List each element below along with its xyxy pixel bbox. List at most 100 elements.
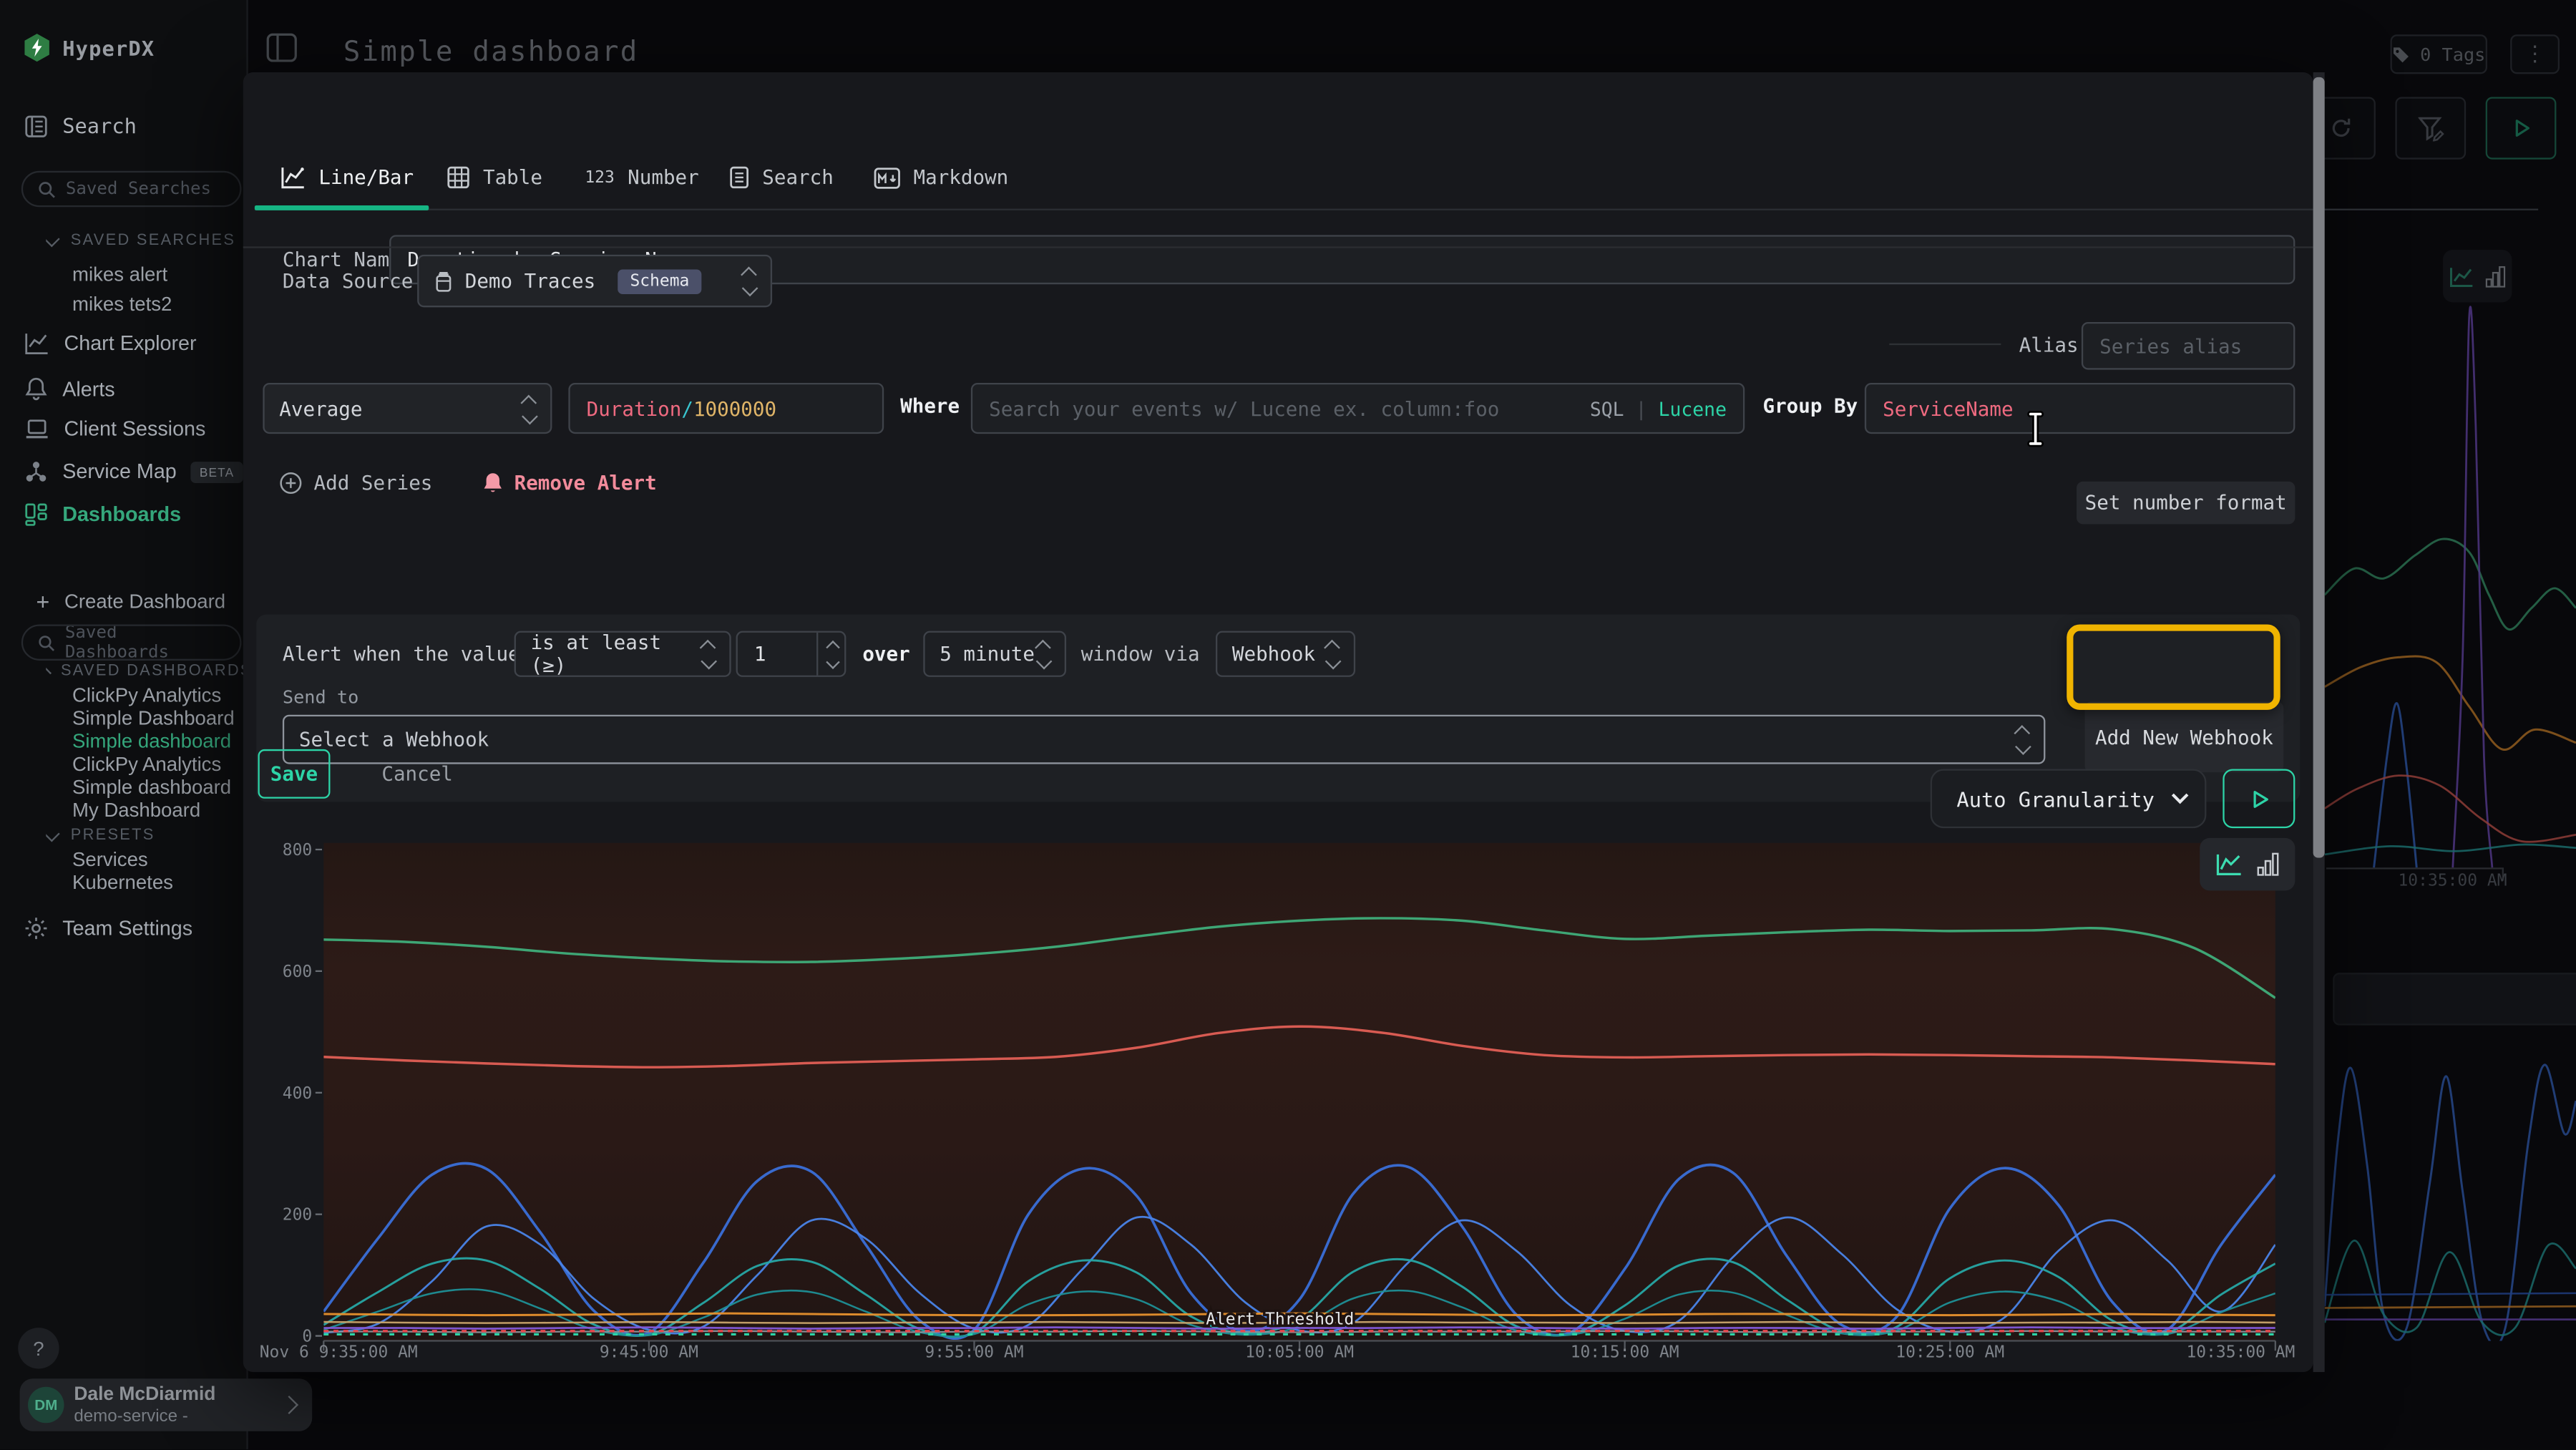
tab-markdown[interactable]: Markdown	[874, 166, 1008, 189]
svg-text:10:05:00 AM: 10:05:00 AM	[1245, 1343, 1354, 1361]
sidebar: HyperDX Search Saved Searches SAVED SEAR…	[0, 0, 248, 1449]
group-by-label: Group By	[1763, 394, 1858, 417]
play-icon	[2511, 118, 2531, 138]
play-icon	[2248, 788, 2270, 809]
chart-type-toggle[interactable]	[2200, 838, 2295, 890]
saved-searches-input[interactable]: Saved Searches	[21, 171, 242, 208]
saved-dashboards-input[interactable]: Saved Dashboards	[21, 624, 242, 661]
aggregation-select[interactable]: Average	[263, 383, 552, 434]
chevron-updown-icon	[2017, 726, 2029, 753]
saved-search-item[interactable]: mikes alert	[72, 263, 167, 286]
saved-dashboards-header[interactable]: SAVED DASHBOARDS	[46, 662, 243, 680]
search-docs-icon	[24, 115, 47, 137]
sidebar-item-client-sessions[interactable]: Client Sessions	[24, 417, 205, 440]
search-icon	[38, 180, 56, 198]
saved-search-item[interactable]: mikes tets2	[72, 293, 172, 316]
plus-circle-icon	[279, 472, 302, 495]
preset-item[interactable]: Kubernetes	[72, 871, 173, 894]
saved-searches-placeholder: Saved Searches	[66, 179, 211, 199]
beta-badge: BETA	[191, 461, 242, 482]
webhook-select[interactable]: Select a Webhook	[283, 715, 2046, 764]
saved-dashboard-item[interactable]: Simple Dashboard	[72, 706, 235, 729]
avatar: DM	[28, 1387, 64, 1424]
chevron-right-icon	[280, 1396, 298, 1414]
run-query-button-bg[interactable]	[2486, 97, 2557, 159]
sidebar-item-service-map[interactable]: Service Map BETA	[24, 460, 242, 483]
tab-table[interactable]: Table	[447, 166, 542, 189]
presets-header[interactable]: PRESETS	[46, 827, 155, 845]
group-by-input[interactable]: ServiceName	[1865, 383, 2296, 434]
saved-dashboard-item[interactable]: My Dashboard	[72, 799, 200, 822]
where-label: Where	[900, 394, 960, 417]
saved-searches-header[interactable]: SAVED SEARCHES	[46, 232, 235, 250]
chevron-down-icon	[46, 664, 52, 673]
search-icon	[38, 633, 55, 651]
tabs-divider	[255, 209, 2538, 210]
number-stepper[interactable]	[816, 633, 838, 676]
svg-text:9:55:00 AM: 9:55:00 AM	[924, 1343, 1023, 1361]
expression-input[interactable]: Duration/1000000	[568, 383, 884, 434]
preset-item[interactable]: Services	[72, 848, 148, 871]
alias-divider	[1889, 344, 2001, 345]
user-name: Dale McDiarmid	[74, 1384, 215, 1406]
sidebar-item-chart-explorer[interactable]: Chart Explorer	[24, 332, 196, 355]
logo-text: HyperDX	[62, 35, 155, 59]
where-input[interactable]: Search your events w/ Lucene ex. column:…	[971, 383, 1745, 434]
sidebar-item-team-settings[interactable]: Team Settings	[24, 917, 192, 940]
modal-scrollbar[interactable]	[2313, 72, 2325, 1372]
svg-text:600: 600	[283, 963, 312, 981]
remove-alert-button[interactable]: Remove Alert	[483, 472, 657, 495]
document-icon	[729, 166, 749, 189]
markdown-icon	[874, 167, 900, 188]
sidebar-item-alerts[interactable]: Alerts	[24, 376, 114, 401]
add-new-webhook-button[interactable]: Add New Webhook	[2084, 701, 2283, 772]
chevron-down-icon	[2170, 792, 2190, 805]
query-language-toggle[interactable]: SQL|Lucene	[1590, 396, 1727, 419]
alias-input[interactable]: Series alias	[2082, 322, 2295, 370]
run-chart-button[interactable]	[2223, 769, 2295, 828]
dashboards-icon	[24, 503, 47, 526]
window-via-label: window via	[1081, 643, 1200, 666]
chevron-updown-icon	[1327, 641, 1339, 667]
database-icon	[434, 271, 454, 292]
saved-dashboard-item[interactable]: Simple dashboard	[72, 776, 231, 799]
help-button[interactable]: ?	[18, 1328, 59, 1368]
set-number-format-button[interactable]: Set number format	[2077, 482, 2295, 525]
svg-text:9:45:00 AM: 9:45:00 AM	[600, 1343, 698, 1361]
sidebar-item-search[interactable]: Search	[24, 113, 136, 137]
cancel-button[interactable]: Cancel	[368, 749, 467, 799]
number-123-icon: 123	[585, 168, 614, 186]
alert-threshold-input[interactable]: 1	[736, 631, 847, 677]
svg-text:Nov 6 9:35:00 AM: Nov 6 9:35:00 AM	[260, 1343, 418, 1361]
sidebar-item-dashboards[interactable]: Dashboards	[24, 503, 181, 526]
tab-search[interactable]: Search	[729, 166, 833, 189]
bg-chart-axis	[2326, 867, 2502, 869]
add-series-button[interactable]: Add Series	[279, 472, 432, 495]
data-source-select[interactable]: Demo Traces Schema	[417, 255, 772, 307]
chevron-updown-icon	[703, 641, 715, 667]
bg-chart-upper	[2325, 165, 2576, 957]
bg-chart-time-label: 10:35:00 AM	[2379, 872, 2507, 890]
save-button[interactable]: Save	[258, 749, 330, 799]
saved-dashboard-item-active[interactable]: Simple dashboard	[72, 729, 231, 752]
chart-explorer-icon	[24, 332, 49, 355]
granularity-select[interactable]: Auto Granularity	[1931, 769, 2207, 828]
user-menu[interactable]: DM Dale McDiarmid demo-service -	[20, 1378, 313, 1431]
alert-channel-select[interactable]: Webhook	[1216, 631, 1355, 677]
user-subtitle: demo-service -	[74, 1406, 215, 1426]
data-source-label: Data Source	[283, 270, 413, 293]
create-dashboard-button[interactable]: + Create Dashboard	[36, 588, 226, 615]
alert-bell-icon	[483, 472, 503, 495]
tab-line-bar[interactable]: Line/Bar	[281, 166, 414, 189]
alert-condition-select[interactable]: is at least (≥)	[514, 631, 731, 677]
alert-window-select[interactable]: 5 minute	[923, 631, 1066, 677]
filter-button[interactable]	[2395, 97, 2466, 159]
saved-dashboard-item[interactable]: ClickPy Analytics	[72, 683, 221, 706]
logo[interactable]: HyperDX	[23, 33, 155, 62]
sidebar-item-label: Search	[62, 113, 137, 137]
tab-number[interactable]: 123 Number	[585, 166, 698, 189]
scrollbar-thumb[interactable]	[2313, 77, 2325, 858]
tutorial-highlight-ring	[2067, 624, 2280, 709]
saved-dashboard-item[interactable]: ClickPy Analytics	[72, 753, 221, 776]
chart-name-label: Chart Name	[283, 248, 401, 271]
